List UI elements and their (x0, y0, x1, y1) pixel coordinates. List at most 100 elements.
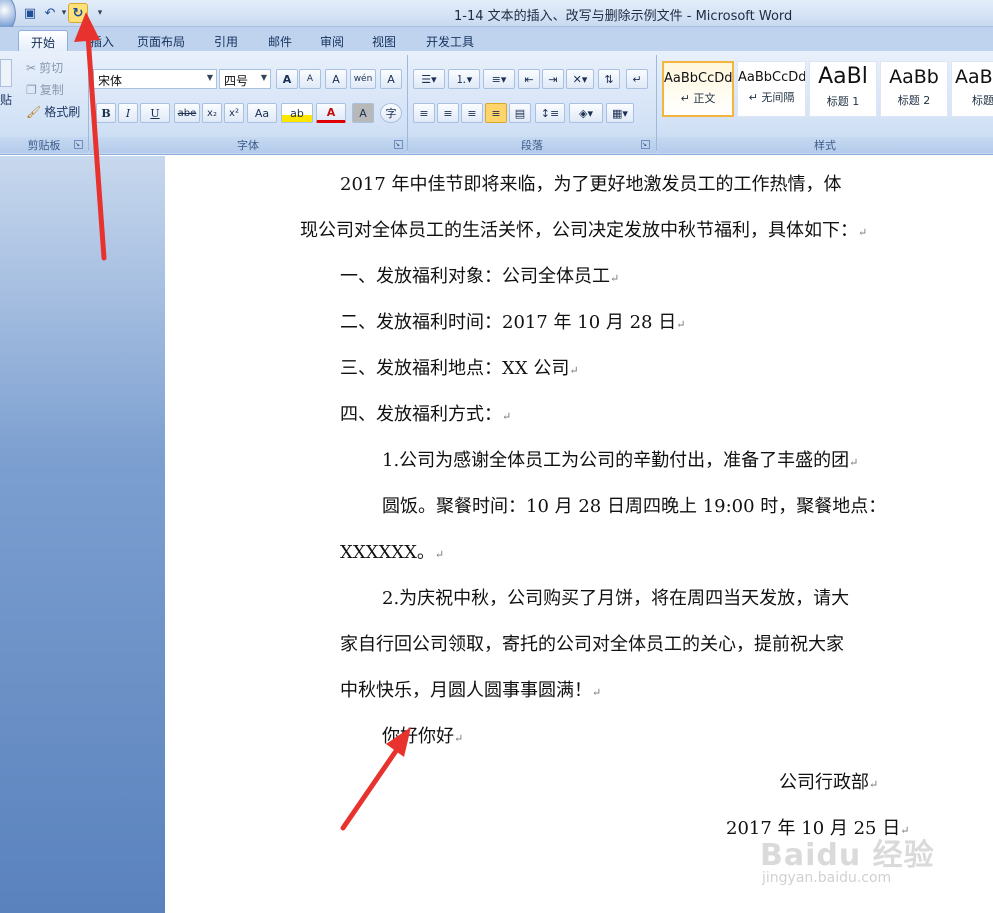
font-launcher-icon[interactable]: ↘ (394, 140, 403, 149)
borders-button[interactable]: ▦▾ (606, 103, 634, 123)
style-name: ↵ 正文 (680, 92, 716, 105)
undo-icon[interactable]: ↶ (40, 3, 60, 23)
align-left-button[interactable]: ≡ (413, 103, 435, 123)
format-painter-label: 格式刷 (44, 105, 81, 119)
line-spacing-button[interactable]: ↕≡ (535, 103, 565, 123)
style-sample: AaBbCcDd (664, 71, 732, 86)
grow-font-button[interactable]: A (276, 69, 298, 89)
ribbon-tabs: 开始 插入 页面布局 引用 邮件 审阅 视图 开发工具 (0, 27, 993, 51)
paste-button[interactable]: 贴 (0, 91, 12, 108)
underline-button[interactable]: U (140, 103, 170, 123)
redo-icon[interactable]: ↻ (68, 3, 88, 23)
align-center-button[interactable]: ≡ (437, 103, 459, 123)
chevron-down-icon: ▼ (260, 73, 267, 82)
border-icon: ▦▾ (612, 106, 628, 120)
format-painter-button[interactable]: 🖌 格式刷 (26, 103, 80, 120)
outdent-icon: ⇤ (524, 72, 534, 86)
style-no-spacing[interactable]: AaBbCcDd ↵ 无间隔 (737, 61, 806, 117)
tab-mailings[interactable]: 邮件 (258, 30, 302, 51)
chevron-down-icon: ▼ (206, 73, 213, 82)
font-name-combo[interactable]: 宋体 ▼ (93, 69, 217, 89)
doc-line: 现公司对全体员工的生活关怀，公司决定发放中秋节福利，具体如下：↵ (300, 220, 868, 241)
pilcrow-icon: ↵ (632, 72, 642, 86)
sort-button[interactable]: ⇅ (598, 69, 620, 89)
strikethrough-button[interactable]: abe (174, 103, 200, 123)
chinese-layout-button[interactable]: ✕▾ (566, 69, 594, 89)
style-sample: AaBbCcDd (738, 70, 805, 85)
signature-department: 公司行政部↵ (779, 772, 879, 793)
show-marks-button[interactable]: ↵ (626, 69, 648, 89)
tab-home[interactable]: 开始 (18, 30, 68, 51)
numbered-list-icon: ⒈▾ (455, 73, 473, 86)
style-title[interactable]: AaB 标题 (951, 61, 993, 117)
style-normal[interactable]: AaBbCcDd ↵ 正文 (662, 61, 734, 117)
shading-button[interactable]: ◈▾ (569, 103, 603, 123)
change-case-button[interactable]: Aa (247, 103, 277, 123)
bullets-button[interactable]: ☰▾ (413, 69, 445, 89)
paint-bucket-icon: ◈▾ (579, 106, 593, 120)
window-title: 1-14 文本的插入、改写与删除示例文件 - Microsoft Word (454, 9, 793, 24)
style-name: 标题 (972, 94, 993, 107)
style-heading-1[interactable]: AaBl 标题 1 (809, 61, 877, 117)
italic-button[interactable]: I (118, 103, 138, 123)
superscript-button[interactable]: x² (224, 103, 244, 123)
baidu-watermark-logo: Baidu 经验 (760, 838, 935, 873)
char-border-button[interactable]: A (380, 69, 402, 89)
phonetic-guide-button[interactable]: wén (350, 69, 376, 89)
copy-button[interactable]: ❐ 复制 (26, 81, 64, 98)
style-name: ↵ 无间隔 (748, 91, 795, 104)
sort-icon: ⇅ (604, 72, 614, 86)
distribute-icon: ▤ (514, 106, 526, 120)
font-size-value: 四号 (224, 74, 249, 88)
doc-line: 三、发放福利地点：XX 公司↵ (340, 358, 579, 379)
font-group-label: 字体 (89, 137, 407, 153)
ribbon: 贴 ✂ 剪切 ❐ 复制 🖌 格式刷 剪贴板 ↘ 宋体 ▼ 四号 ▼ A A A … (0, 51, 993, 155)
line-spacing-icon: ↕≡ (540, 106, 560, 120)
style-heading-2[interactable]: AaBb 标题 2 (880, 61, 948, 117)
align-right-icon: ≡ (467, 106, 477, 120)
style-sample: AaB (955, 66, 993, 88)
font-size-combo[interactable]: 四号 ▼ (219, 69, 271, 89)
bullet-list-icon: ☰▾ (421, 72, 437, 86)
increase-indent-button[interactable]: ⇥ (542, 69, 564, 89)
tab-page-layout[interactable]: 页面布局 (130, 30, 192, 51)
tab-references[interactable]: 引用 (204, 30, 248, 51)
tab-developer[interactable]: 开发工具 (418, 30, 482, 51)
paste-icon[interactable] (0, 59, 12, 87)
save-icon[interactable]: ▣ (20, 3, 40, 23)
tab-view[interactable]: 视图 (362, 30, 406, 51)
char-shading-button[interactable]: A (352, 103, 374, 123)
baidu-watermark-url: jingyan.baidu.com (762, 870, 892, 886)
justify-button[interactable]: ≡ (485, 103, 507, 123)
multilevel-list-button[interactable]: ≡▾ (483, 69, 515, 89)
style-name: 标题 1 (826, 95, 860, 108)
paste-label: 贴 (0, 93, 13, 107)
paragraph-group-label: 段落 (408, 137, 656, 153)
clear-format-button[interactable]: A (325, 69, 347, 89)
tab-insert[interactable]: 插入 (80, 30, 124, 51)
enclose-char-button[interactable]: 字 (380, 103, 402, 123)
doc-line: 二、发放福利时间：2017 年 10 月 28 日↵ (340, 312, 686, 333)
decrease-indent-button[interactable]: ⇤ (518, 69, 540, 89)
undo-dropdown-icon[interactable]: ▾ (60, 8, 68, 18)
cut-button[interactable]: ✂ 剪切 (26, 59, 63, 76)
document-page[interactable]: 2017 年中佳节即将来临，为了更好地激发员工的工作热情，体 现公司对全体员工的… (165, 156, 993, 913)
document-background-left (0, 156, 165, 913)
customize-qat-icon[interactable]: ▾ (96, 8, 104, 18)
clipboard-launcher-icon[interactable]: ↘ (74, 140, 83, 149)
subscript-button[interactable]: x₂ (202, 103, 222, 123)
doc-line: 2.为庆祝中秋，公司购买了月饼，将在周四当天发放，请大 (382, 588, 850, 609)
numbering-button[interactable]: ⒈▾ (448, 69, 480, 89)
shrink-font-button[interactable]: A (299, 69, 321, 89)
font-color-button[interactable]: A (316, 103, 346, 123)
align-left-icon: ≡ (419, 106, 429, 120)
distribute-button[interactable]: ▤ (509, 103, 531, 123)
tab-review[interactable]: 审阅 (310, 30, 354, 51)
align-right-button[interactable]: ≡ (461, 103, 483, 123)
doc-line: 家自行回公司领取，寄托的公司对全体员工的关心，提前祝大家 (340, 634, 844, 655)
font-name-value: 宋体 (98, 74, 123, 88)
paragraph-launcher-icon[interactable]: ↘ (641, 140, 650, 149)
highlight-button[interactable]: ab (281, 103, 313, 123)
scissors-icon: ✂ (26, 60, 37, 75)
bold-button[interactable]: B (96, 103, 116, 123)
